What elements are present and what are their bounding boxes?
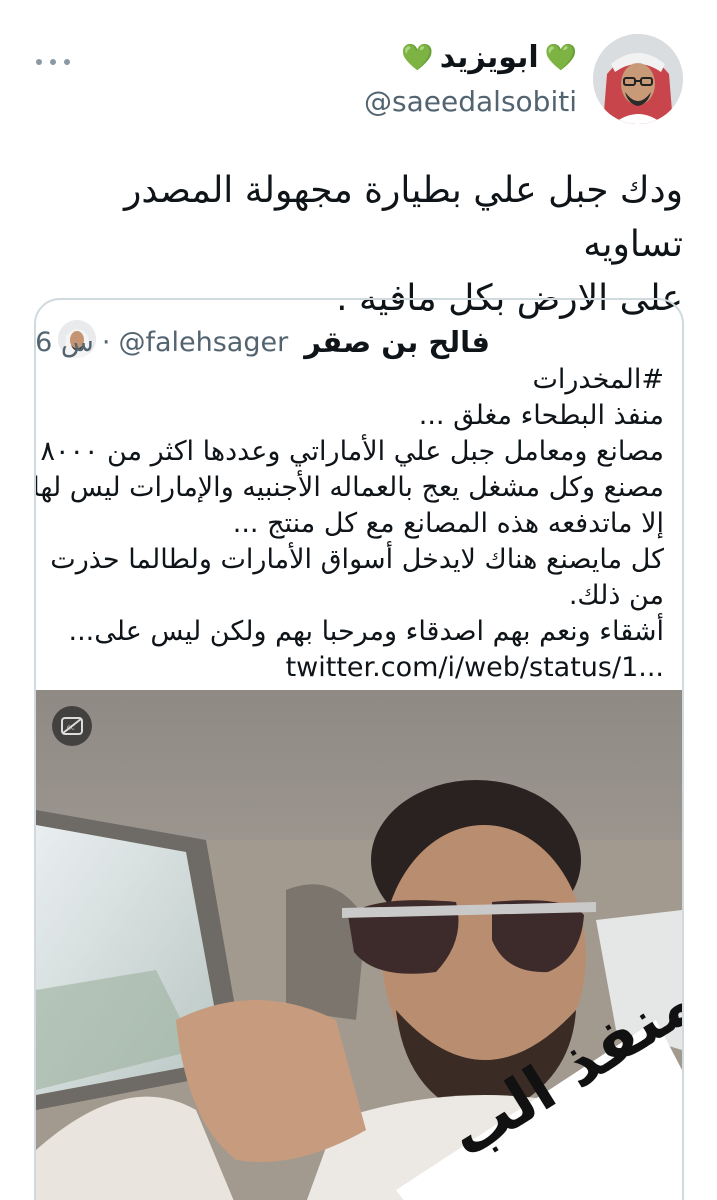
video-frame-image bbox=[36, 690, 682, 1200]
author-name-row[interactable]: 💚 ابويزيد 💚 bbox=[364, 40, 577, 75]
quoted-text-line: كل مايصنع هناك لايدخل أسواق الأمارات ولط… bbox=[50, 544, 664, 575]
tweet-text-line: ودك جبل علي بطيارة مجهولة المصدر تساويه bbox=[124, 170, 683, 265]
green-heart-icon: 💚 bbox=[544, 42, 577, 73]
green-heart-icon: 💚 bbox=[401, 42, 434, 73]
author-name[interactable]: ابويزيد bbox=[440, 40, 539, 75]
quoted-text-line: منفذ البطحاء مغلق ... bbox=[418, 400, 664, 431]
status-link[interactable]: twitter.com/i/web/status/1... bbox=[50, 650, 664, 686]
quoted-header: 6 س · @falehsager فالح بن صقر bbox=[36, 322, 490, 362]
tweet: 💚 ابويزيد 💚 @saeedalsobiti ودك جبل علي ب… bbox=[0, 0, 717, 1200]
quoted-author-name[interactable]: فالح بن صقر bbox=[304, 325, 490, 359]
author-avatar[interactable] bbox=[593, 34, 683, 124]
quoted-text-line: أشقاء ونعم بهم اصدقاء ومرحبا بهم ولكن لي… bbox=[68, 616, 665, 647]
hashtag-link[interactable]: #المخدرات bbox=[50, 362, 664, 398]
quoted-text-line: مصانع ومعامل جبل علي الأماراتي وعددها اك… bbox=[40, 436, 664, 467]
quoted-text-line: مصنع وكل مشغل يعج بالعماله الأجنبيه والإ… bbox=[34, 472, 664, 503]
quoted-author-handle[interactable]: @falehsager bbox=[118, 327, 288, 358]
quoted-tweet-text: #المخدرات منفذ البطحاء مغلق ... مصانع وم… bbox=[34, 362, 665, 686]
quoted-timestamp[interactable]: 6 س bbox=[36, 327, 94, 358]
quoted-tweet-card[interactable]: 6 س · @falehsager فالح بن صقر #المخدرات … bbox=[34, 298, 684, 1200]
separator-dot: · bbox=[101, 326, 111, 358]
avatar-image bbox=[593, 34, 683, 124]
svg-text:cc: cc bbox=[67, 724, 75, 732]
more-options-icon[interactable] bbox=[36, 52, 70, 72]
video-media[interactable]: cc منفذ الب bbox=[36, 690, 682, 1200]
quoted-text-line: من ذلك. bbox=[568, 580, 664, 611]
captions-icon[interactable]: cc bbox=[52, 706, 92, 746]
author-block: 💚 ابويزيد 💚 @saeedalsobiti bbox=[364, 40, 577, 118]
author-handle[interactable]: @saeedalsobiti bbox=[364, 85, 577, 118]
quoted-text-line: إلا ماتدفعه هذه المصانع مع كل منتج ... bbox=[232, 508, 664, 539]
